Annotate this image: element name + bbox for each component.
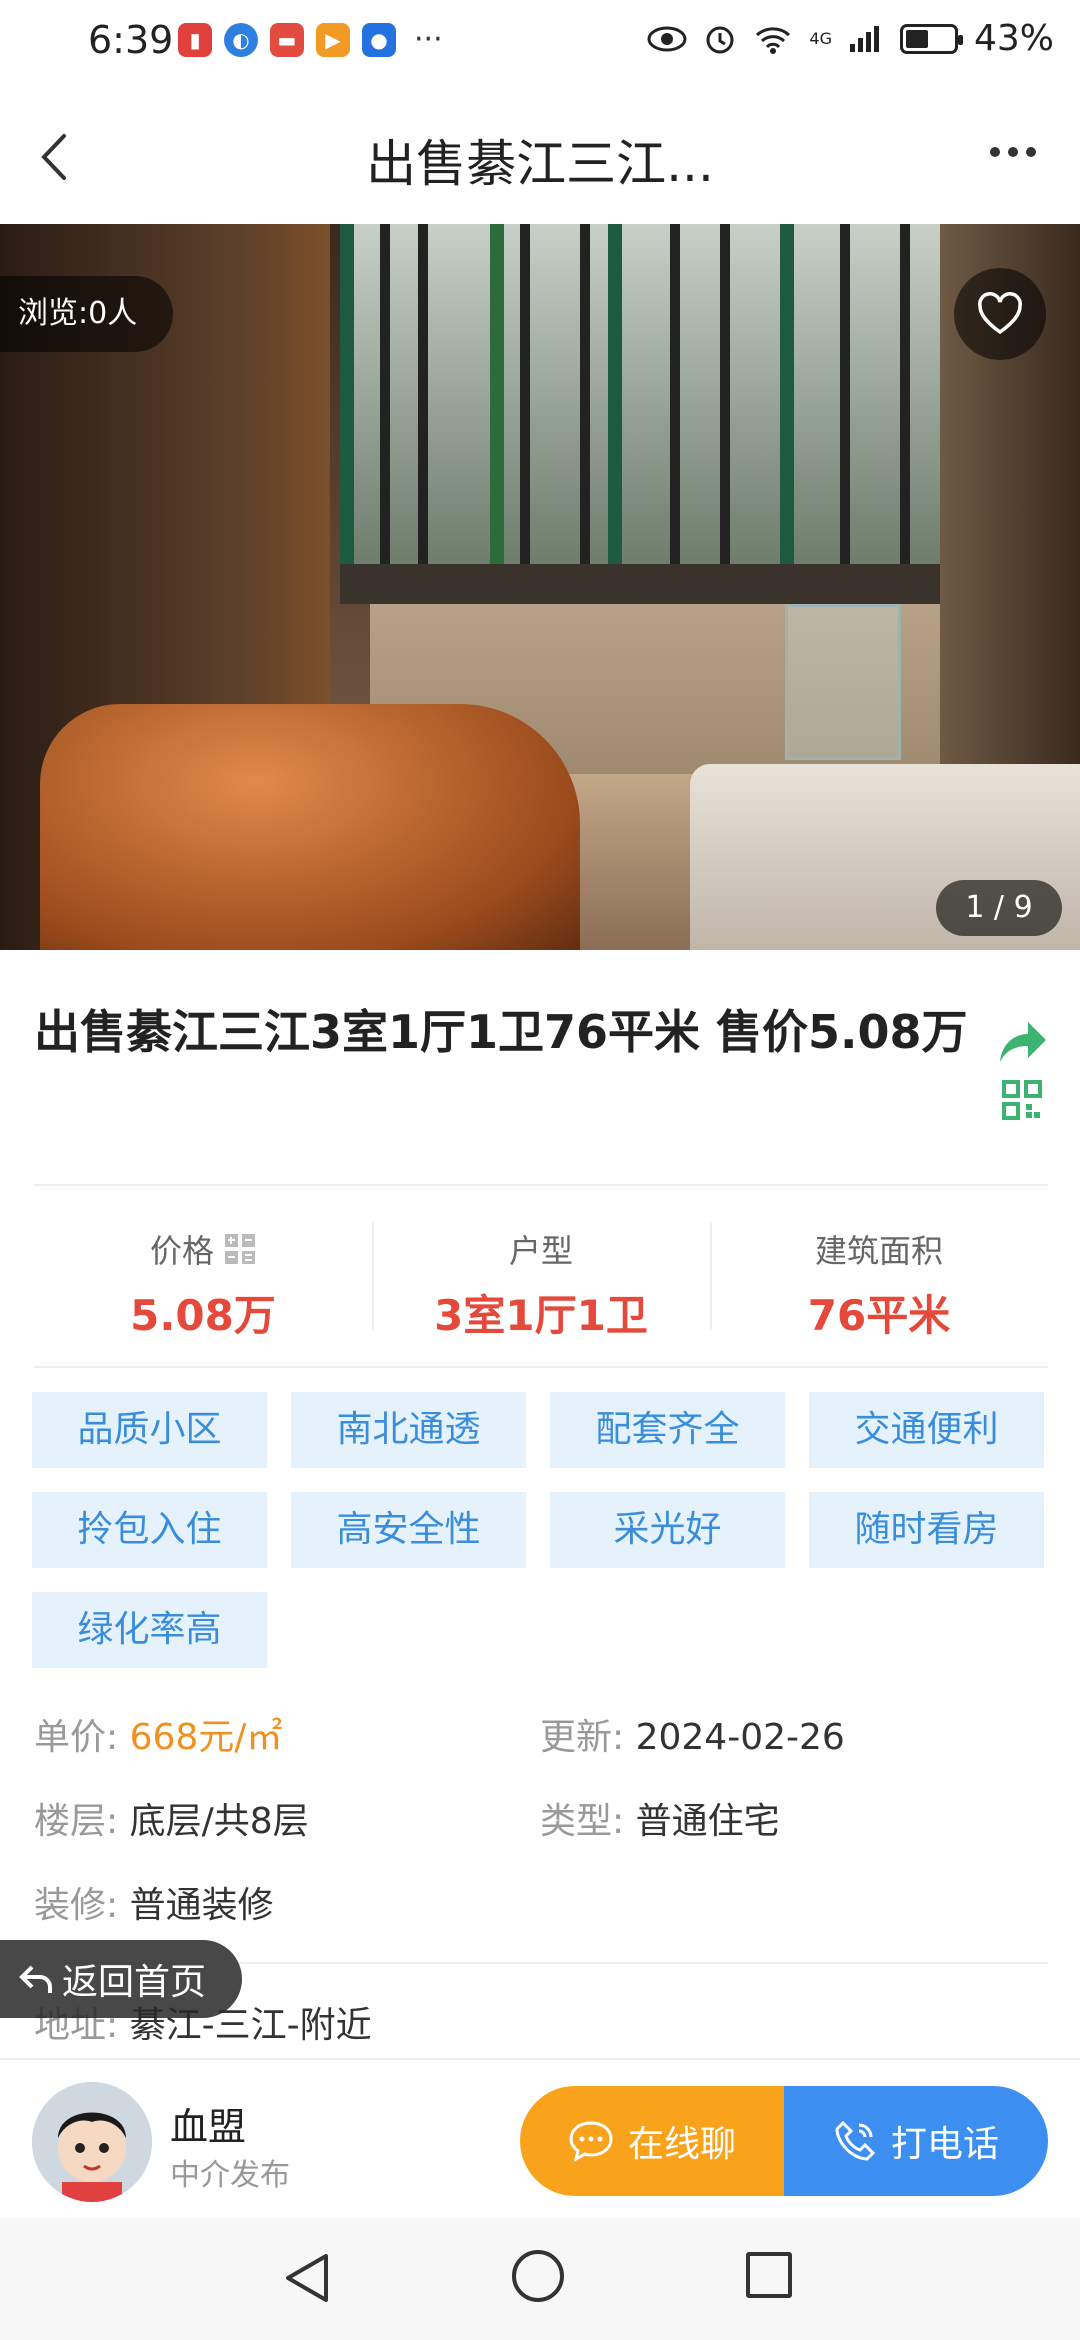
detail-value: 668元/㎡	[129, 1717, 283, 1758]
share-icon[interactable]	[994, 1018, 1050, 1066]
status-bar: 6:39 ▮ ◐ ▬ ▶ ● ··· 4G 43%	[0, 0, 1080, 86]
wifi-icon	[756, 26, 791, 54]
back-home-label: 返回首页	[62, 1962, 207, 2003]
stat-layout-value: 3室1厅1卫	[434, 1291, 648, 1340]
detail-label: 更新:	[540, 1717, 625, 1758]
tag: 配套齐全	[550, 1392, 785, 1468]
detail-value: 2024-02-26	[635, 1717, 845, 1758]
browser-app-icon: ◐	[224, 22, 258, 57]
key-stats: 价格 5.08万 户型 3室1厅1卫 建筑面积 76平米	[34, 1200, 1048, 1350]
divider	[34, 1366, 1048, 1368]
tips-app-icon: ●	[362, 22, 396, 57]
tag: 南北通透	[291, 1392, 526, 1468]
detail-floor: 楼层: 底层/共8层	[34, 1792, 309, 1844]
detail-unit-price: 单价: 668元/㎡	[34, 1708, 282, 1760]
stat-area: 建筑面积 76平米	[710, 1200, 1048, 1350]
stat-layout: 户型 3室1厅1卫	[372, 1200, 710, 1350]
network-type: 4G	[809, 28, 832, 48]
stat-price: 价格 5.08万	[34, 1200, 372, 1350]
app-header: 出售綦江三江...	[0, 86, 1080, 224]
alarm-icon	[706, 26, 734, 53]
huawei-app-icon: ▬	[270, 22, 304, 57]
photo-counter: 1 / 9	[936, 880, 1062, 936]
tag: 高安全性	[291, 1492, 526, 1568]
stat-price-label: 价格	[149, 1232, 214, 1270]
battery-percent: 43%	[973, 18, 1054, 59]
stat-area-value: 76平米	[807, 1291, 951, 1340]
heart-icon	[978, 292, 1022, 335]
stat-layout-label: 户型	[508, 1232, 573, 1270]
detail-label: 类型:	[540, 1801, 625, 1842]
chat-button[interactable]: 在线聊	[520, 2086, 784, 2196]
nav-back-icon[interactable]	[282, 2252, 332, 2304]
favorite-button[interactable]	[954, 268, 1046, 360]
signal-icon	[849, 25, 879, 52]
call-label: 打电话	[890, 2124, 999, 2165]
status-time: 6:39	[88, 18, 174, 62]
avatar[interactable]	[32, 2082, 152, 2202]
detail-type: 类型: 普通住宅	[540, 1792, 780, 1844]
detail-value: 普通装修	[129, 1885, 274, 1926]
chat-label: 在线聊	[627, 2124, 736, 2165]
eye-icon	[647, 26, 687, 51]
return-arrow-icon	[19, 1965, 52, 1993]
system-indicators: 4G 43%	[647, 18, 1054, 59]
more-notifications-icon: ···	[414, 22, 443, 57]
battery-icon	[899, 23, 963, 54]
notification-icons: ▮ ◐ ▬ ▶ ● ···	[178, 22, 443, 57]
tag: 随时看房	[809, 1492, 1044, 1568]
chat-bubble-icon	[569, 2121, 613, 2162]
detail-decoration: 装修: 普通装修	[34, 1876, 274, 1928]
tag: 绿化率高	[32, 1592, 267, 1668]
more-options-button[interactable]	[990, 132, 1050, 172]
tag: 采光好	[550, 1492, 785, 1568]
contact-bar: 血盟 中介发布 在线聊 打电话	[0, 2058, 1080, 2220]
detail-updated: 更新: 2024-02-26	[540, 1708, 845, 1760]
page-title: 出售綦江三江...	[366, 135, 714, 193]
phone-icon	[835, 2120, 876, 2161]
video-app-icon: ▶	[316, 22, 350, 57]
qr-code-icon[interactable]	[1002, 1080, 1042, 1120]
stat-area-label: 建筑面积	[814, 1232, 943, 1270]
views-badge: 浏览:0人	[0, 276, 174, 352]
tag: 拎包入住	[32, 1492, 267, 1568]
agent-role: 中介发布	[170, 2158, 290, 2193]
calculator-icon[interactable]	[224, 1233, 256, 1265]
feature-tags: 品质小区 南北通透 配套齐全 交通便利 拎包入住 高安全性 采光好 随时看房 绿…	[32, 1392, 1052, 1668]
agent-avatar-image	[32, 2082, 152, 2202]
detail-value: 普通住宅	[635, 1801, 780, 1842]
divider	[34, 1184, 1048, 1186]
tag: 交通便利	[809, 1392, 1044, 1468]
agent-name: 血盟	[170, 2105, 247, 2149]
detail-value: 底层/共8层	[129, 1801, 309, 1842]
listing-title: 出售綦江三江3室1厅1卫76平米 售价5.08万	[34, 1005, 968, 1059]
detail-label: 楼层:	[34, 1801, 119, 1842]
system-nav-bar	[0, 2218, 1080, 2340]
back-home-button[interactable]: 返回首页	[0, 1940, 242, 2018]
detail-label: 单价:	[34, 1717, 119, 1758]
stat-price-value: 5.08万	[130, 1291, 276, 1340]
nav-home-icon[interactable]	[512, 2250, 564, 2302]
nav-recents-icon[interactable]	[746, 2252, 792, 2298]
tag: 品质小区	[32, 1392, 267, 1468]
call-button[interactable]: 打电话	[784, 2086, 1048, 2196]
book-app-icon: ▮	[178, 22, 212, 57]
detail-label: 装修:	[34, 1885, 119, 1926]
